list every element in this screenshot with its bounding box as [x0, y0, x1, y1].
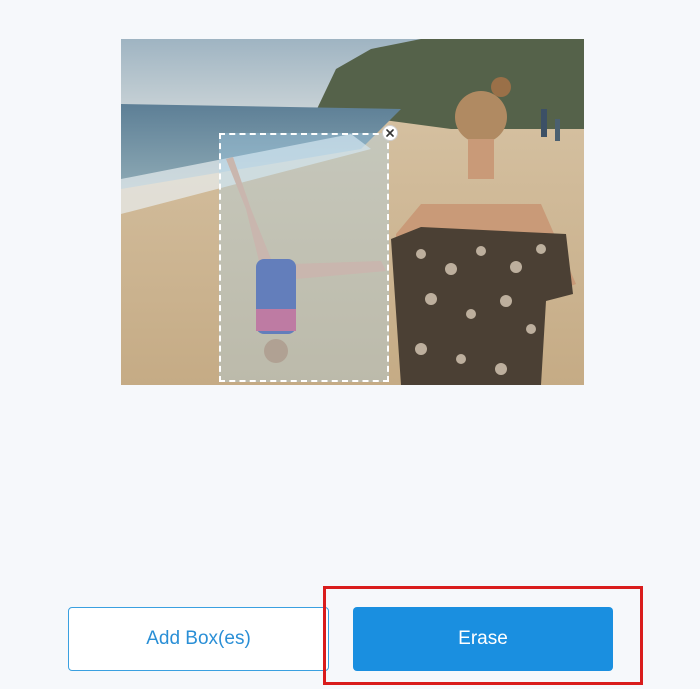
close-icon[interactable]: [382, 125, 398, 141]
add-boxes-button[interactable]: Add Box(es): [68, 607, 329, 671]
selection-box[interactable]: [219, 133, 389, 382]
erase-button[interactable]: Erase: [353, 607, 613, 671]
